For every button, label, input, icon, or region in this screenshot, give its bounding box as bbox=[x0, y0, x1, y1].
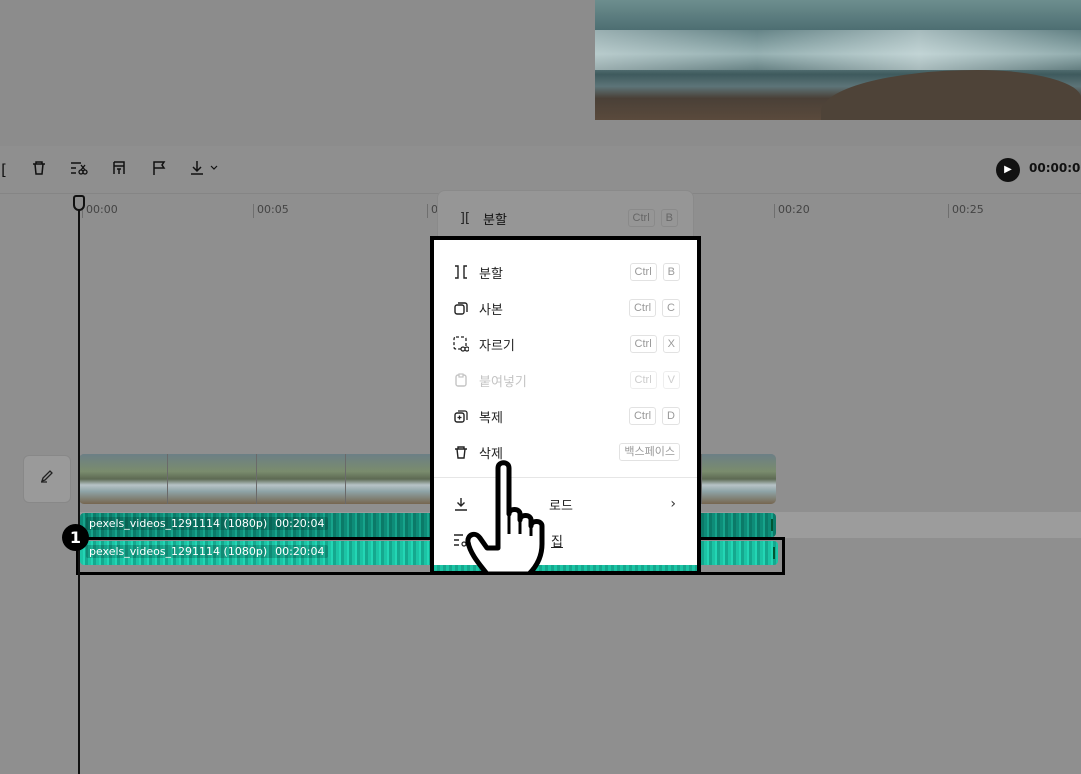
video-thumbnail bbox=[79, 454, 168, 504]
freeze-frame-icon[interactable] bbox=[109, 160, 129, 180]
menu-item-label: 붙여넣기 bbox=[479, 374, 527, 390]
step-marker: 1 bbox=[62, 524, 89, 551]
video-thumbnail bbox=[702, 454, 776, 504]
video-preview-frame bbox=[595, 0, 1081, 120]
shortcut-key: X bbox=[662, 335, 680, 353]
ruler-tick: 00:20 bbox=[774, 204, 810, 218]
clip-label: pexels_videos_1291114 (1080p) 00:20:04 bbox=[86, 517, 328, 530]
clip-trim-handle[interactable] bbox=[771, 519, 773, 531]
timeline-toolbar: [ bbox=[0, 146, 1081, 194]
cut-icon bbox=[452, 335, 470, 353]
timecode: 00:00:00 bbox=[1029, 161, 1081, 175]
shortcut-key: Ctrl bbox=[627, 209, 655, 227]
clip-name: pexels_videos_1291114 (1080p) bbox=[89, 517, 268, 530]
video-thumbnail bbox=[257, 454, 346, 504]
shortcut-key: Ctrl bbox=[628, 299, 657, 317]
preview-water bbox=[595, 30, 1081, 70]
ghost-menu-item: ][ 분할 Ctrl B bbox=[456, 207, 678, 229]
video-thumbnail bbox=[346, 454, 435, 504]
ruler-tick: 00:05 bbox=[253, 204, 289, 218]
flag-icon[interactable] bbox=[149, 160, 169, 180]
playhead-handle[interactable] bbox=[73, 195, 85, 211]
ruler-tick: 00:25 bbox=[948, 204, 984, 218]
shortcut-key: Ctrl bbox=[629, 371, 657, 389]
pencil-icon bbox=[40, 470, 53, 483]
shortcut-key: B bbox=[662, 263, 680, 281]
shortcut-key: Ctrl bbox=[628, 407, 657, 425]
menu-item-label: 자르기 bbox=[479, 338, 515, 354]
menu-item-duplicate[interactable]: 복제 Ctrl D bbox=[452, 401, 680, 431]
menu-item-label: 사본 bbox=[479, 302, 503, 318]
shortcut-key: C bbox=[662, 299, 680, 317]
shortcut-key: 백스페이스 bbox=[619, 443, 680, 461]
trash-icon[interactable] bbox=[29, 160, 49, 180]
copy-icon bbox=[452, 299, 470, 317]
ruler-tick: 00:00 bbox=[82, 204, 118, 218]
menu-item-cut[interactable]: 자르기 Ctrl X bbox=[452, 329, 680, 359]
play-button[interactable]: ▶ bbox=[996, 158, 1020, 182]
shortcut-key: V bbox=[662, 371, 680, 389]
shortcut-key: Ctrl bbox=[629, 263, 657, 281]
split-icon: ][ bbox=[459, 210, 471, 226]
playhead-line bbox=[78, 204, 80, 774]
trim-icon[interactable] bbox=[69, 160, 89, 180]
ghost-menu-label: 분할 bbox=[483, 212, 507, 228]
menu-item-split[interactable]: 분할 Ctrl B bbox=[452, 257, 680, 287]
shortcut-key: B bbox=[660, 209, 678, 227]
preview-rock bbox=[821, 70, 1081, 120]
video-thumbnail bbox=[168, 454, 257, 504]
split-icon bbox=[452, 263, 470, 281]
shortcut-key: Ctrl bbox=[629, 335, 657, 353]
split-icon[interactable]: [ bbox=[0, 160, 14, 180]
menu-item-label: 복제 bbox=[479, 410, 503, 426]
chevron-right-icon: › bbox=[670, 496, 676, 512]
preview-area bbox=[0, 0, 1081, 146]
download-dropdown-icon[interactable] bbox=[188, 160, 224, 180]
menu-item-label: 분할 bbox=[479, 266, 503, 282]
shortcut-key: D bbox=[662, 407, 680, 425]
edit-cover-button[interactable] bbox=[23, 455, 71, 503]
menu-item-paste: 붙여넣기 Ctrl V bbox=[452, 365, 680, 395]
paste-icon bbox=[452, 371, 470, 389]
menu-item-copy[interactable]: 사본 Ctrl C bbox=[452, 293, 680, 323]
pointer-hand-icon bbox=[465, 460, 545, 574]
clip-duration: 00:20:04 bbox=[275, 517, 325, 530]
duplicate-icon bbox=[452, 407, 470, 425]
